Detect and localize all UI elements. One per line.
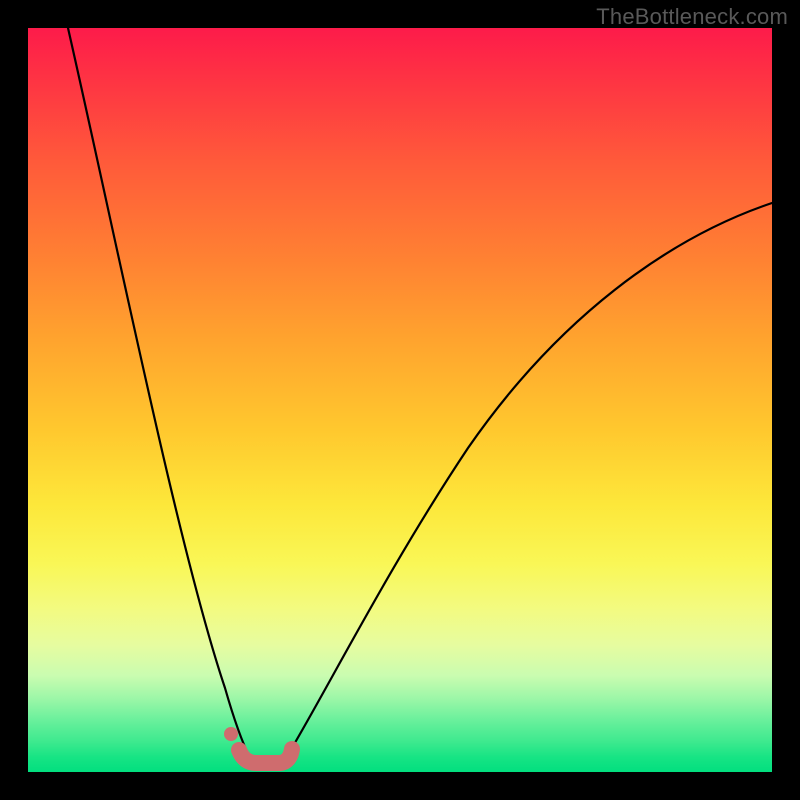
curve-right-branch (286, 203, 772, 758)
curve-layer (28, 28, 772, 772)
optimum-band (239, 749, 292, 763)
plot-area (28, 28, 772, 772)
optimum-dot (224, 727, 238, 741)
chart-frame: TheBottleneck.com (0, 0, 800, 800)
curve-left-branch (68, 28, 250, 758)
watermark-text: TheBottleneck.com (596, 4, 788, 30)
